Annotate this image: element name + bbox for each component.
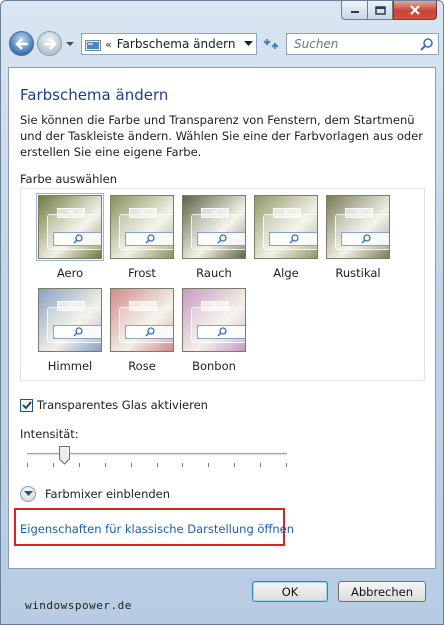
search-icon[interactable] bbox=[416, 37, 438, 51]
chevron-down-icon bbox=[243, 41, 253, 46]
chevron-down-icon bbox=[66, 42, 74, 46]
color-swatch[interactable]: ✕ Aero bbox=[36, 193, 104, 280]
search-icon bbox=[289, 234, 299, 244]
slider-ticks bbox=[27, 463, 287, 467]
caption-buttons bbox=[341, 1, 437, 21]
back-button[interactable] bbox=[9, 31, 34, 56]
intensity-label: Intensität: bbox=[20, 427, 79, 441]
swatch-label: Frost bbox=[128, 266, 156, 280]
search-icon bbox=[217, 327, 227, 337]
color-swatch[interactable]: ✕ Alge bbox=[253, 195, 319, 280]
transparency-option[interactable]: Transparentes Glas aktivieren bbox=[20, 398, 208, 412]
slider-tick bbox=[157, 463, 158, 467]
ok-button[interactable]: OK bbox=[252, 581, 328, 602]
swatch-preview[interactable]: ✕ bbox=[182, 288, 246, 352]
minimize-button[interactable] bbox=[341, 1, 367, 20]
chevron-down-icon bbox=[23, 491, 33, 496]
control-panel-folder-icon bbox=[85, 38, 101, 51]
slider-tick bbox=[53, 463, 54, 467]
swatch-preview[interactable]: ✕ bbox=[36, 193, 104, 261]
color-swatch[interactable]: ✕ Frost bbox=[109, 195, 175, 280]
navigation-bar: « Farbschema ändern bbox=[7, 29, 439, 59]
control-panel-window: « Farbschema ändern Farbschema ändern Si… bbox=[0, 0, 444, 625]
search-icon bbox=[73, 234, 83, 244]
slider-tick bbox=[286, 463, 287, 467]
recent-pages-dropdown[interactable] bbox=[65, 38, 75, 48]
dialog-footer: windowspower.de OK Abbrechen bbox=[1, 569, 443, 626]
minimize-icon bbox=[350, 11, 359, 13]
swatch-preview[interactable]: ✕ bbox=[254, 195, 318, 259]
slider-tick bbox=[260, 463, 261, 467]
swatch-label: Rustikal bbox=[335, 266, 381, 280]
content-pane: Farbschema ändern Sie können die Farbe u… bbox=[8, 67, 436, 569]
transparency-checkbox[interactable] bbox=[20, 398, 33, 412]
color-swatch[interactable]: ✕ Rauch bbox=[181, 195, 247, 280]
color-swatch[interactable]: ✕ Rustikal bbox=[325, 195, 391, 280]
search-box[interactable] bbox=[286, 33, 439, 55]
swatch-label: Rose bbox=[128, 359, 156, 373]
swatch-label: Aero bbox=[56, 266, 84, 280]
maximize-icon bbox=[374, 5, 386, 15]
color-swatch[interactable]: ✕ Bonbon bbox=[181, 288, 247, 373]
refresh-icon bbox=[263, 39, 279, 49]
swatch-preview[interactable]: ✕ bbox=[110, 195, 174, 259]
swatch-label: Bonbon bbox=[192, 359, 236, 373]
swatch-preview[interactable]: ✕ bbox=[110, 288, 174, 352]
classic-appearance-link[interactable]: Eigenschaften für klassische Darstellung… bbox=[20, 522, 294, 536]
search-icon bbox=[145, 327, 155, 337]
address-dropdown[interactable] bbox=[240, 34, 256, 54]
breadcrumb-overflow[interactable]: « bbox=[105, 38, 112, 51]
swatch-label: Himmel bbox=[47, 359, 93, 373]
refresh-button[interactable] bbox=[259, 33, 283, 55]
color-swatch[interactable]: ✕ Rose bbox=[109, 288, 175, 373]
swatch-label: Alge bbox=[273, 266, 299, 280]
checkmark-icon bbox=[21, 400, 32, 409]
transparency-label[interactable]: Transparentes Glas aktivieren bbox=[37, 398, 208, 412]
slider-tick bbox=[105, 463, 106, 467]
swatch-preview[interactable]: ✕ bbox=[38, 288, 102, 352]
page-title: Farbschema ändern bbox=[20, 86, 169, 104]
color-section-label: Farbe auswählen bbox=[20, 172, 117, 186]
address-bar[interactable]: « Farbschema ändern bbox=[81, 33, 257, 55]
search-input[interactable] bbox=[292, 36, 416, 52]
swatch-preview[interactable]: ✕ bbox=[326, 195, 390, 259]
color-swatch-grid: ✕ Aero ✕ Frost ✕ Rauch ✕ Alge ✕ Rustikal ✕ Himmel ✕ R… bbox=[20, 188, 425, 381]
color-swatch[interactable]: ✕ Himmel bbox=[37, 288, 103, 373]
close-button[interactable] bbox=[393, 1, 437, 20]
slider-tick bbox=[27, 463, 28, 467]
intensity-slider[interactable] bbox=[27, 446, 287, 469]
arrow-left-icon bbox=[14, 37, 28, 50]
search-icon bbox=[145, 234, 155, 244]
slider-tick bbox=[79, 463, 80, 467]
swatch-preview[interactable]: ✕ bbox=[182, 195, 246, 259]
forward-button[interactable] bbox=[37, 31, 62, 56]
cancel-button[interactable]: Abbrechen bbox=[338, 581, 426, 602]
close-icon bbox=[410, 5, 420, 15]
expand-button[interactable] bbox=[20, 486, 36, 502]
maximize-button[interactable] bbox=[367, 1, 393, 20]
watermark: windowspower.de bbox=[25, 599, 132, 612]
slider-tick bbox=[234, 463, 235, 467]
search-icon bbox=[73, 327, 83, 337]
slider-tick bbox=[208, 463, 209, 467]
swatch-label: Rauch bbox=[196, 266, 232, 280]
arrow-right-icon bbox=[43, 37, 57, 50]
color-mixer-toggle[interactable]: Farbmixer einblenden bbox=[20, 486, 170, 502]
slider-tick bbox=[131, 463, 132, 467]
slider-tick bbox=[182, 463, 183, 467]
breadcrumb-current[interactable]: Farbschema ändern bbox=[117, 37, 240, 51]
search-icon bbox=[217, 234, 227, 244]
search-icon bbox=[361, 234, 371, 244]
color-mixer-label[interactable]: Farbmixer einblenden bbox=[45, 487, 170, 501]
page-description: Sie können die Farbe und Transparenz von… bbox=[20, 113, 423, 159]
